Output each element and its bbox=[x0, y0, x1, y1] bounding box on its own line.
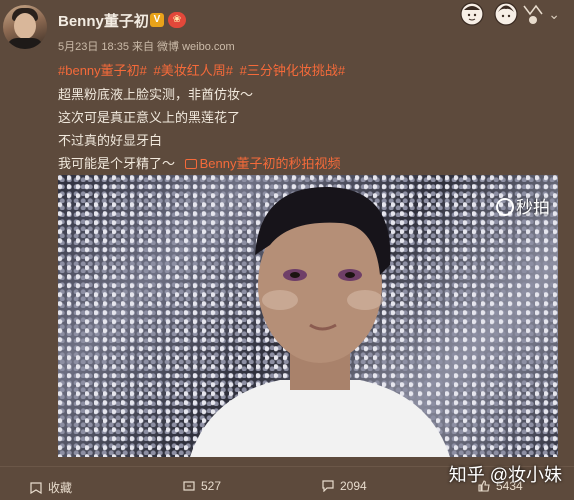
decoration-illustration-icon bbox=[460, 2, 543, 26]
post-text-line: 这次可是真正意义上的黑莲花了 bbox=[58, 110, 241, 125]
repost-icon bbox=[183, 481, 195, 491]
video-link[interactable]: Benny董子初的秒拍视频 bbox=[184, 156, 341, 171]
post-text: 我可能是个牙精了～ bbox=[58, 156, 176, 171]
username[interactable]: Benny董子初 bbox=[58, 10, 149, 31]
verified-badge-icon: V bbox=[150, 13, 164, 27]
video-link-label: Benny董子初的秒拍视频 bbox=[199, 156, 341, 171]
post-text-line: 我可能是个牙精了～ Benny董子初的秒拍视频 bbox=[58, 153, 341, 172]
comment-icon bbox=[322, 480, 334, 492]
comment-button[interactable]: 2094 bbox=[322, 479, 367, 493]
repost-count: 527 bbox=[201, 479, 222, 493]
hashtag-row: #benny董子初# #美妆红人周# #三分钟化妆挑战# bbox=[58, 60, 348, 79]
camera-icon bbox=[496, 198, 514, 216]
favorite-icon bbox=[30, 482, 42, 494]
hashtag-link[interactable]: #benny董子初# bbox=[58, 63, 147, 78]
post-text-line: 超黑粉底液上脸实测，非酋仿妆～ bbox=[58, 87, 254, 102]
chevron-down-icon[interactable]: ⌄ bbox=[548, 6, 560, 23]
video-player[interactable]: 秒拍 bbox=[58, 175, 558, 457]
video-person-illustration bbox=[190, 186, 450, 457]
post-meta: 5月23日 18:35 来自 微博 weibo.com bbox=[58, 41, 235, 53]
avatar-face bbox=[14, 13, 36, 39]
hashtag-link[interactable]: #美妆红人周# bbox=[154, 63, 233, 78]
hashtag-link[interactable]: #三分钟化妆挑战# bbox=[240, 63, 345, 78]
favorite-label: 收藏 bbox=[48, 481, 73, 495]
comment-count: 2094 bbox=[340, 479, 367, 493]
vip-icon: ❀ bbox=[168, 12, 186, 28]
repost-button[interactable]: 527 bbox=[183, 479, 221, 493]
favorite-button[interactable]: 收藏 bbox=[30, 479, 72, 496]
video-icon bbox=[184, 159, 197, 169]
video-watermark: 秒拍 bbox=[496, 193, 550, 218]
avatar[interactable] bbox=[3, 5, 47, 49]
post-text-line: 不过真的好显牙白 bbox=[58, 133, 163, 148]
source-credit-watermark: 知乎 @妆小妹 bbox=[448, 465, 562, 485]
watermark-label: 秒拍 bbox=[516, 198, 550, 217]
avatar-body bbox=[7, 38, 43, 49]
